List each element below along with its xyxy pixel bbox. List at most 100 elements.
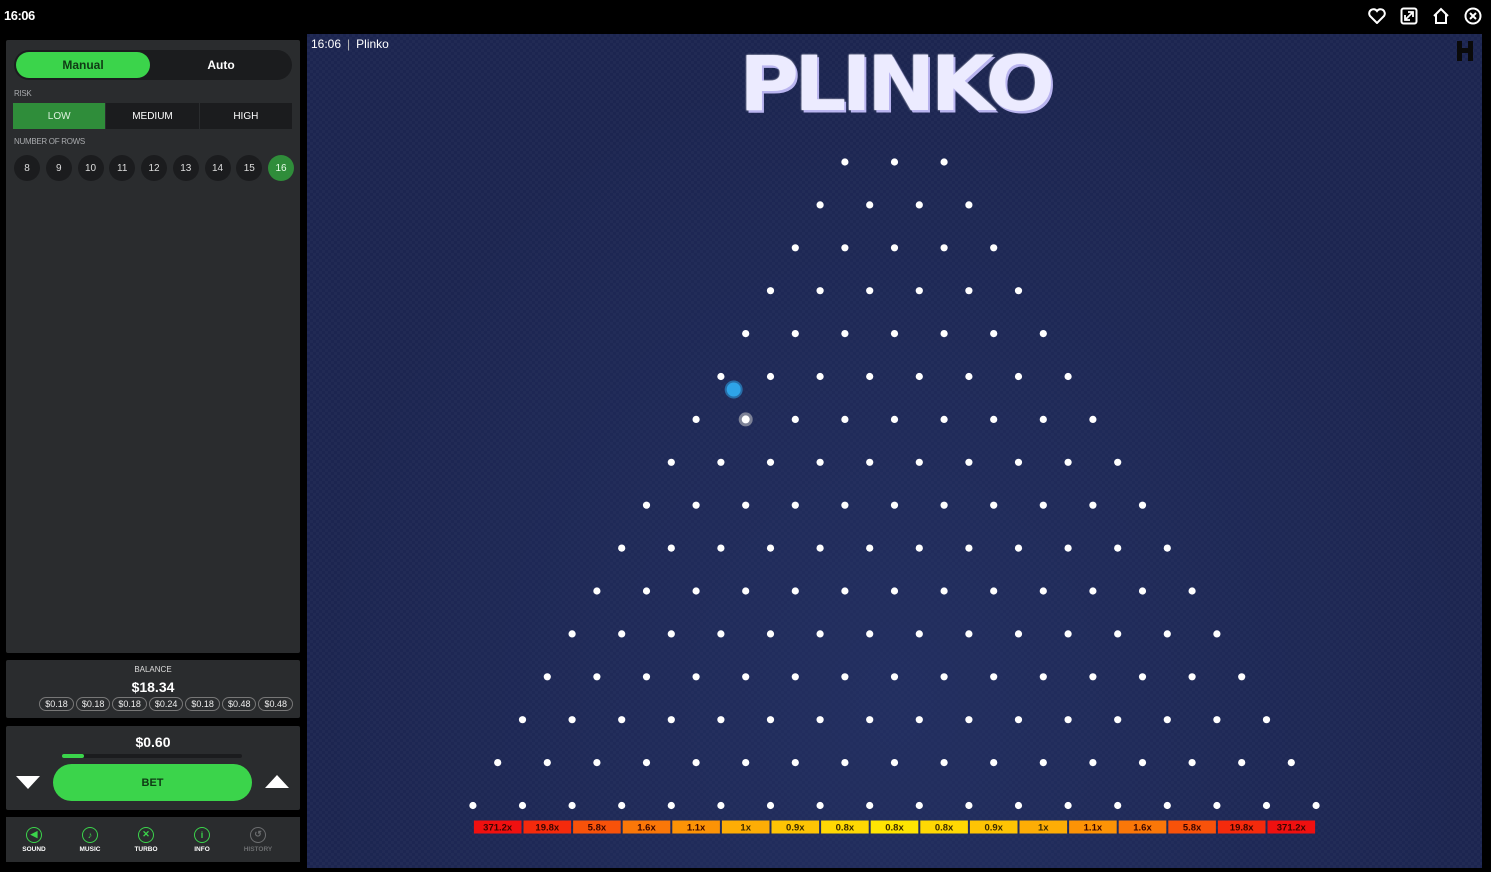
peg: [816, 201, 824, 209]
info-button[interactable]: i INFO: [174, 817, 230, 862]
multiplier-label: 0.8x: [836, 823, 855, 834]
rows-12-button[interactable]: 12: [141, 155, 167, 181]
risk-label: RISK: [14, 89, 32, 98]
risk-low-button[interactable]: LOW: [13, 103, 107, 129]
peg: [1064, 372, 1072, 381]
peg: [1089, 587, 1097, 595]
sound-button[interactable]: ◀ SOUND: [6, 817, 62, 862]
peg: [667, 630, 675, 638]
peg: [766, 630, 775, 638]
peg: [1014, 544, 1023, 552]
peg: [866, 372, 874, 381]
peg: [890, 330, 899, 338]
peg: [965, 201, 973, 209]
turbo-icon: ✕: [138, 826, 154, 843]
multiplier-label: 19.8x: [1230, 823, 1254, 834]
multiplier-label: 0.9x: [984, 823, 1003, 834]
tab-auto[interactable]: Auto: [154, 52, 288, 78]
rows-16-button[interactable]: 16: [268, 155, 294, 181]
peg: [1188, 759, 1196, 767]
peg: [1114, 630, 1122, 638]
peg: [717, 458, 725, 466]
multiplier-label: 5.8x: [588, 823, 607, 834]
peg: [766, 458, 775, 466]
decrease-bet-icon[interactable]: [16, 774, 40, 790]
rows-14-button[interactable]: 14: [204, 155, 231, 181]
increase-bet-icon[interactable]: [265, 774, 289, 790]
bet-amount: $0.60: [135, 734, 171, 750]
multiplier-label: 1x: [1038, 823, 1049, 834]
peg: [766, 544, 775, 552]
peg: [890, 587, 899, 595]
peg: [791, 673, 799, 681]
tab-manual[interactable]: Manual: [16, 52, 150, 78]
history-label: HISTORY: [243, 845, 273, 853]
peg: [1064, 630, 1072, 638]
peg: [841, 244, 849, 252]
peg: [990, 415, 998, 423]
history-icon: ↺: [250, 826, 266, 843]
peg: [1039, 759, 1047, 767]
peg: [618, 544, 626, 552]
bet-button[interactable]: BET: [53, 764, 252, 801]
peg: [915, 716, 923, 724]
rows-10-button[interactable]: 10: [77, 155, 104, 181]
rows-9-button[interactable]: 9: [45, 155, 72, 181]
risk-medium-button[interactable]: MEDIUM: [106, 103, 200, 129]
rows-13-button[interactable]: 13: [172, 155, 199, 181]
peg: [965, 372, 973, 381]
peg: [890, 158, 899, 166]
peg: [667, 716, 675, 724]
sound-label: SOUND: [22, 845, 46, 853]
peg: [618, 801, 626, 810]
info-icon: i: [194, 826, 210, 843]
peg: [940, 759, 948, 767]
peg: [990, 587, 998, 595]
peg: [618, 716, 626, 724]
close-icon[interactable]: [1463, 6, 1483, 26]
bet-slider[interactable]: [62, 754, 242, 758]
peg: [890, 759, 899, 767]
game-board-area: 16:06 | Plinko PLINKO 371.2x 19.8x 5.8x 1.6…: [307, 34, 1482, 868]
peg: [1014, 372, 1023, 381]
peg: [568, 630, 576, 638]
peg: [1064, 544, 1072, 552]
peg: [1014, 287, 1023, 295]
rows-8-button[interactable]: 8: [14, 155, 40, 181]
history-button[interactable]: ↺ HISTORY: [230, 817, 286, 862]
peg: [667, 801, 675, 810]
peg: [1014, 716, 1023, 724]
expand-icon[interactable]: [1399, 6, 1419, 26]
peg: [890, 244, 899, 252]
home-icon[interactable]: [1431, 6, 1451, 26]
multiplier-label: 371.2x: [1277, 823, 1307, 834]
peg: [568, 801, 576, 810]
peg: [692, 587, 700, 595]
rows-11-button[interactable]: 11: [109, 155, 136, 181]
peg: [1213, 630, 1221, 638]
heart-icon[interactable]: [1367, 6, 1387, 26]
balance-label: BALANCE: [134, 665, 172, 674]
peg: [816, 372, 824, 381]
peg: [940, 501, 948, 509]
recent-wins: $0.18 $0.18 $0.18 $0.24 $0.18 $0.48 $0.4…: [39, 697, 293, 711]
peg: [1114, 458, 1122, 466]
peg: [1138, 673, 1147, 681]
peg: [890, 501, 899, 509]
info-label: INFO: [194, 845, 210, 853]
peg: [965, 544, 973, 552]
peg: [1039, 330, 1047, 338]
peg: [494, 759, 502, 767]
rows-15-button[interactable]: 15: [236, 155, 263, 181]
peg: [965, 716, 973, 724]
risk-high-button[interactable]: HIGH: [200, 103, 293, 129]
peg: [717, 801, 725, 810]
music-button[interactable]: ♪ MUSIC: [62, 817, 118, 862]
multiplier-label: 19.8x: [535, 823, 559, 834]
peg: [766, 716, 775, 724]
turbo-button[interactable]: ✕ TURBO: [118, 817, 174, 862]
peg: [940, 330, 948, 338]
bet-panel: $0.60 BET: [6, 726, 300, 810]
peg: [1163, 801, 1171, 810]
peg: [1039, 587, 1047, 595]
